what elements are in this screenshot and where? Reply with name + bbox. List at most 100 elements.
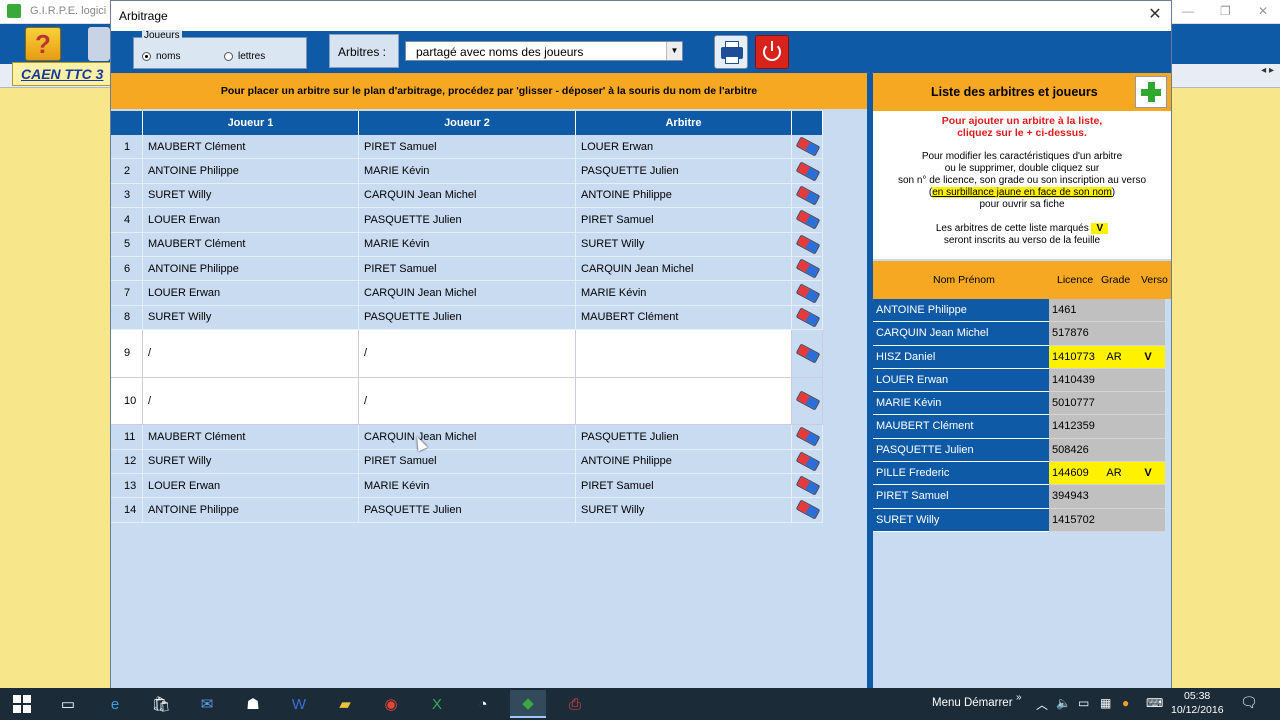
player-grade[interactable]: AR <box>1097 345 1131 369</box>
arbitre-cell[interactable]: MAUBERT Clément <box>576 305 792 330</box>
arbitre-cell[interactable] <box>576 377 792 425</box>
player-grade[interactable]: AR <box>1097 462 1131 486</box>
player-licence[interactable]: 394943 <box>1049 485 1097 509</box>
clock-time[interactable]: 05:38 <box>1184 690 1210 702</box>
player-licence[interactable]: 1412359 <box>1049 415 1097 439</box>
player-name[interactable]: PILLE Frederic <box>873 462 1049 486</box>
girpe-taskbar-icon[interactable]: ◆ <box>510 690 546 718</box>
player-licence[interactable]: 508426 <box>1049 438 1097 463</box>
eraser-button[interactable] <box>792 281 823 305</box>
eraser-button[interactable] <box>792 473 823 498</box>
player-row[interactable]: SURET Willy 1415702 <box>873 508 1171 532</box>
player-grade[interactable] <box>1097 368 1131 393</box>
player-row[interactable]: ANTOINE Philippe 1461 <box>873 299 1171 323</box>
eraser-button[interactable] <box>792 232 823 256</box>
arbitre-cell[interactable] <box>576 330 792 377</box>
restore-icon[interactable]: ❐ <box>1220 4 1231 18</box>
folder-icon[interactable]: ▰ <box>334 693 356 715</box>
dropdown-arrow-icon[interactable]: ▼ <box>666 42 682 60</box>
player-licence[interactable]: 517876 <box>1049 322 1097 346</box>
eraser-button[interactable] <box>792 425 823 449</box>
radio-lettres[interactable]: lettres <box>224 51 265 62</box>
eraser-button[interactable] <box>792 208 823 232</box>
pdf-icon[interactable]: ⎙ <box>564 693 586 715</box>
eraser-button[interactable] <box>792 498 823 522</box>
eraser-button[interactable] <box>792 330 823 377</box>
player-row[interactable]: PIRET Samuel 394943 <box>873 485 1171 509</box>
eraser-button[interactable] <box>792 377 823 425</box>
arbitre-cell[interactable]: PASQUETTE Julien <box>576 425 792 449</box>
arbitres-select[interactable]: partagé avec noms des joueurs ▼ <box>405 41 683 61</box>
tab-nav-arrows[interactable]: ◂ ▸ <box>1261 65 1274 76</box>
player-name[interactable]: CARQUIN Jean Michel <box>873 322 1049 346</box>
app-icon-2[interactable]: ☗ <box>242 693 264 715</box>
player-name[interactable]: MARIE Kévin <box>873 392 1049 416</box>
player-licence[interactable]: 1415702 <box>1049 508 1097 532</box>
arbitre-cell[interactable]: PIRET Samuel <box>576 208 792 232</box>
eraser-button[interactable] <box>792 159 823 183</box>
player-verso[interactable]: V <box>1131 462 1165 486</box>
notifications-icon[interactable]: 🗨 <box>1240 694 1258 711</box>
tray-expand-icon[interactable]: ︿ <box>1036 696 1048 713</box>
player-row[interactable]: HISZ Daniel 1410773 AR V <box>873 345 1171 369</box>
player-verso[interactable] <box>1131 392 1165 416</box>
app-tray-icon[interactable]: ● <box>1122 696 1129 710</box>
clock-date[interactable]: 10/12/2016 <box>1171 704 1224 716</box>
start-button[interactable] <box>11 693 33 715</box>
eraser-button[interactable] <box>792 135 823 159</box>
store-icon[interactable]: 🛍 <box>150 693 172 715</box>
task-view-icon[interactable]: ▭ <box>57 693 79 715</box>
eraser-button[interactable] <box>792 449 823 473</box>
player-grade[interactable] <box>1097 415 1131 439</box>
player-name[interactable]: PIRET Samuel <box>873 485 1049 509</box>
eraser-button[interactable] <box>792 256 823 281</box>
arbitre-cell[interactable]: ANTOINE Philippe <box>576 449 792 473</box>
player-row[interactable]: MAUBERT Clément 1412359 <box>873 415 1171 439</box>
player-licence[interactable]: 1410773 <box>1049 345 1097 369</box>
arbitre-cell[interactable]: LOUER Erwan <box>576 135 792 159</box>
player-name[interactable]: SURET Willy <box>873 508 1049 532</box>
player-licence[interactable]: 5010777 <box>1049 392 1097 416</box>
print-button[interactable] <box>714 35 748 69</box>
radio-noms-dot[interactable] <box>142 52 151 61</box>
arbitre-cell[interactable]: SURET Willy <box>576 498 792 522</box>
arbitre-cell[interactable]: ANTOINE Philippe <box>576 183 792 208</box>
edge-icon[interactable]: e <box>104 693 126 715</box>
quit-button[interactable] <box>755 35 789 69</box>
arbitre-cell[interactable]: MARIE Kévin <box>576 281 792 305</box>
player-licence[interactable]: 144609 <box>1049 462 1097 486</box>
toolbar-chevron[interactable]: » <box>1016 692 1022 703</box>
mail-icon[interactable]: ✉ <box>196 693 218 715</box>
player-row[interactable]: MARIE Kévin 5010777 <box>873 392 1171 416</box>
player-row[interactable]: LOUER Erwan 1410439 <box>873 368 1171 393</box>
close-icon[interactable]: ✕ <box>1258 4 1268 18</box>
network-icon[interactable]: ▦ <box>1100 696 1111 710</box>
player-name[interactable]: HISZ Daniel <box>873 345 1049 369</box>
arbitre-cell[interactable]: PASQUETTE Julien <box>576 159 792 183</box>
word-icon[interactable]: W <box>288 693 310 715</box>
recorder-icon[interactable]: ◔ <box>472 693 494 715</box>
volume-icon[interactable]: 🔈 <box>1056 696 1071 710</box>
eraser-button[interactable] <box>792 183 823 208</box>
player-grade[interactable] <box>1097 508 1131 532</box>
player-licence[interactable]: 1461 <box>1049 299 1097 323</box>
help-button[interactable]: ? <box>25 27 61 61</box>
player-name[interactable]: PASQUETTE Julien <box>873 438 1049 463</box>
toolbar-button[interactable] <box>88 27 110 61</box>
player-verso[interactable] <box>1131 438 1165 463</box>
arbitre-cell[interactable]: CARQUIN Jean Michel <box>576 256 792 281</box>
player-verso[interactable]: V <box>1131 345 1165 369</box>
player-row[interactable]: PILLE Frederic 144609 AR V <box>873 462 1171 486</box>
player-name[interactable]: MAUBERT Clément <box>873 415 1049 439</box>
start-menu-label[interactable]: Menu Démarrer <box>932 697 1013 709</box>
player-grade[interactable] <box>1097 299 1131 323</box>
player-verso[interactable] <box>1131 415 1165 439</box>
team-tab[interactable]: CAEN TTC 3 <box>12 62 113 86</box>
dialog-close-icon[interactable]: ✕ <box>1147 7 1163 23</box>
radio-lettres-dot[interactable] <box>224 52 233 61</box>
arbitre-cell[interactable]: PIRET Samuel <box>576 473 792 498</box>
add-referee-button[interactable] <box>1135 76 1167 108</box>
player-verso[interactable] <box>1131 368 1165 393</box>
player-licence[interactable]: 1410439 <box>1049 368 1097 393</box>
player-grade[interactable] <box>1097 392 1131 416</box>
